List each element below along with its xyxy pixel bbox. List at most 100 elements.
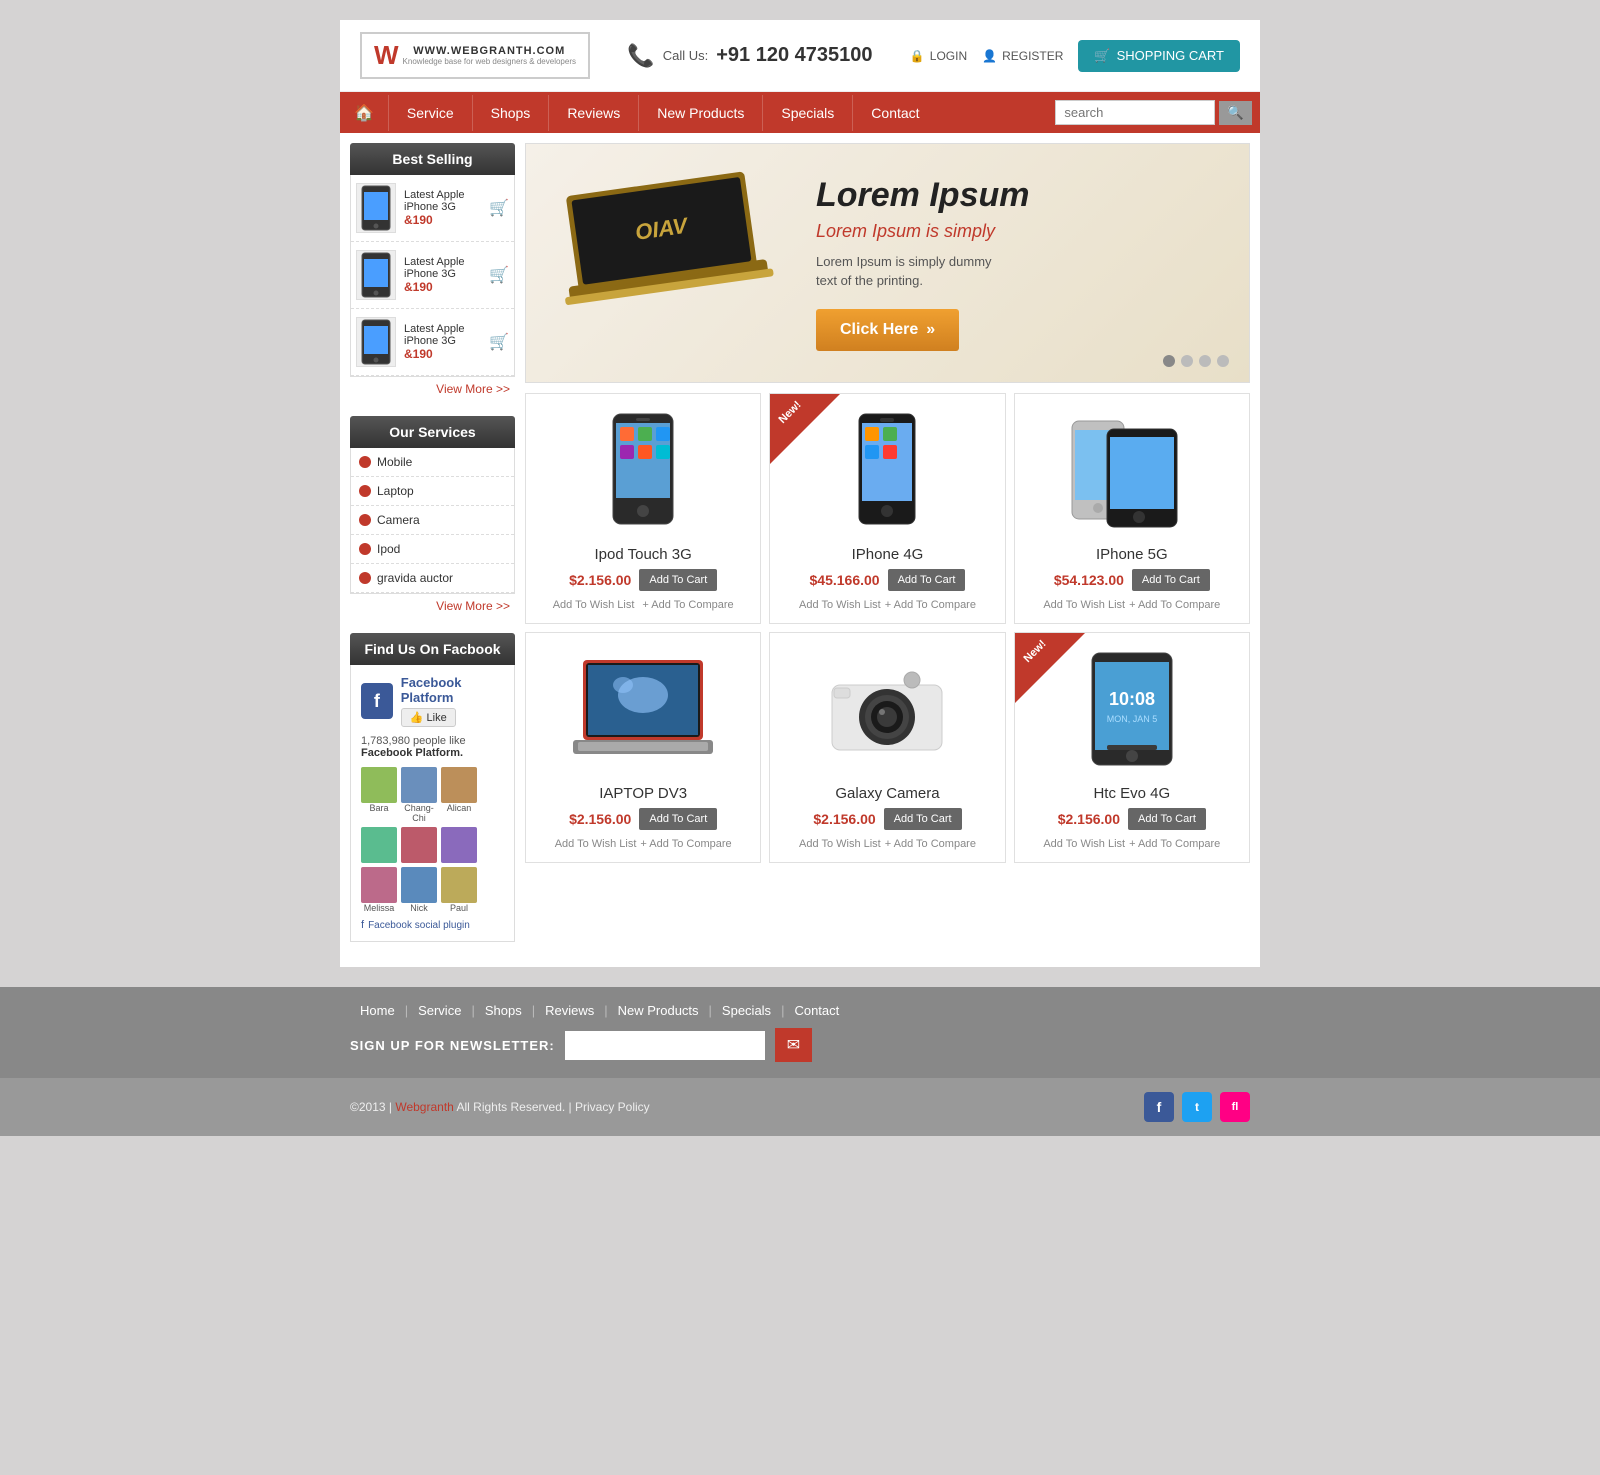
product-image-4 (782, 645, 992, 775)
nav-shops[interactable]: Shops (472, 95, 549, 131)
fb-avatar-alican (441, 767, 477, 803)
add-to-cart-0[interactable]: Add To Cart (639, 569, 717, 591)
brand-link[interactable]: Webgranth (395, 1100, 453, 1114)
footer-specials[interactable]: Specials (712, 1003, 781, 1018)
wish-list-0[interactable]: Add To Wish List (553, 599, 635, 611)
best-sell-item-3: Latest Apple iPhone 3G &190 🛒 (351, 309, 514, 376)
hero-dot-3[interactable] (1199, 355, 1211, 367)
wish-list-2[interactable]: Add To Wish List (1043, 599, 1125, 611)
compare-5[interactable]: + Add To Compare (1129, 838, 1220, 850)
service-camera[interactable]: Camera (351, 506, 514, 535)
compare-1[interactable]: + Add To Compare (885, 599, 976, 611)
wish-list-4[interactable]: Add To Wish List (799, 838, 881, 850)
social-facebook[interactable]: f (1144, 1092, 1174, 1122)
compare-4[interactable]: + Add To Compare (885, 838, 976, 850)
fb-avatar-nick (401, 867, 437, 903)
product-thumb-3 (356, 317, 396, 367)
copyright-text: ©2013 | Webgranth All Rights Reserved. |… (350, 1100, 650, 1114)
nav-home[interactable]: 🏠 (340, 93, 388, 133)
login-link[interactable]: 🔒 LOGIN (910, 49, 967, 63)
service-dot (359, 572, 371, 584)
register-link[interactable]: 👤 REGISTER (982, 49, 1063, 63)
product-card-1: New! IPhone 4G (769, 393, 1005, 624)
add-to-cart-2[interactable]: Add To Cart (1132, 569, 1210, 591)
wish-list-1[interactable]: Add To Wish List (799, 599, 881, 611)
nav-specials[interactable]: Specials (762, 95, 852, 131)
service-gravida[interactable]: gravida auctor (351, 564, 514, 593)
hero-subtitle: Lorem Ipsum is simply (816, 221, 1219, 242)
best-sell-item-1: Latest Apple iPhone 3G &190 🛒 (351, 175, 514, 242)
compare-0[interactable]: + Add To Compare (642, 599, 733, 611)
nav-new-products[interactable]: New Products (638, 95, 762, 131)
cart-small-icon-3[interactable]: 🛒 (489, 332, 509, 352)
best-sell-view-more[interactable]: View More >> (350, 377, 515, 401)
cart-icon: 🛒 (1094, 48, 1110, 64)
nav-contact[interactable]: Contact (852, 95, 937, 131)
social-icons: f t fl (1144, 1092, 1250, 1122)
search-button[interactable]: 🔍 (1219, 101, 1252, 125)
product-image-2 (1027, 406, 1237, 536)
add-to-cart-4[interactable]: Add To Cart (884, 808, 962, 830)
best-selling-title: Best Selling (350, 143, 515, 175)
fb-avatar-5 (401, 827, 437, 863)
compare-2[interactable]: + Add To Compare (1129, 599, 1220, 611)
add-to-cart-1[interactable]: Add To Cart (888, 569, 966, 591)
footer-home[interactable]: Home (350, 1003, 405, 1018)
product-name-0: Ipod Touch 3G (538, 546, 748, 563)
best-sell-item-2: Latest Apple iPhone 3G &190 🛒 (351, 242, 514, 309)
wish-list-3[interactable]: Add To Wish List (555, 838, 637, 850)
product-price-3: $2.156.00 (569, 811, 631, 827)
product-name-5: Htc Evo 4G (1027, 785, 1237, 802)
social-twitter[interactable]: t (1182, 1092, 1212, 1122)
product-price-1: $45.166.00 (810, 572, 880, 588)
product-card-5: New! 10:08 MON, JAN 5 (1014, 632, 1250, 863)
add-to-cart-5[interactable]: Add To Cart (1128, 808, 1206, 830)
cart-small-icon-1[interactable]: 🛒 (489, 198, 509, 218)
hero-dot-4[interactable] (1217, 355, 1229, 367)
cart-button[interactable]: 🛒 SHOPPING CART (1078, 40, 1240, 72)
svg-text:10:08: 10:08 (1109, 689, 1155, 709)
facebook-logo: f (361, 683, 393, 719)
product-card-2: IPhone 5G $54.123.00 Add To Cart Add To … (1014, 393, 1250, 624)
add-to-cart-3[interactable]: Add To Cart (639, 808, 717, 830)
hero-title: Lorem Ipsum (816, 176, 1219, 215)
hero-dot-1[interactable] (1163, 355, 1175, 367)
service-dot (359, 456, 371, 468)
product-thumb-2 (356, 250, 396, 300)
footer-new-products[interactable]: New Products (608, 1003, 709, 1018)
nav-reviews[interactable]: Reviews (548, 95, 638, 131)
footer-contact[interactable]: Contact (784, 1003, 849, 1018)
search-input[interactable] (1055, 100, 1215, 125)
fb-like-button[interactable]: 👍 Like (401, 708, 456, 727)
product-name-4: Galaxy Camera (782, 785, 992, 802)
cart-small-icon-2[interactable]: 🛒 (489, 265, 509, 285)
services-view-more[interactable]: View More >> (350, 594, 515, 618)
service-laptop[interactable]: Laptop (351, 477, 514, 506)
fb-platform-name: Facebook Platform (401, 675, 504, 705)
service-mobile[interactable]: Mobile (351, 448, 514, 477)
product-name-1: IPhone 4G (782, 546, 992, 563)
footer-reviews[interactable]: Reviews (535, 1003, 604, 1018)
footer-service[interactable]: Service (408, 1003, 471, 1018)
product-image-3 (538, 645, 748, 775)
hero-dot-2[interactable] (1181, 355, 1193, 367)
compare-3[interactable]: + Add To Compare (640, 838, 731, 850)
hero-dots (1163, 355, 1229, 367)
service-ipod[interactable]: Ipod (351, 535, 514, 564)
wish-list-5[interactable]: Add To Wish List (1043, 838, 1125, 850)
fb-likes-text: 1,783,980 people like Facebook Platform. (361, 735, 504, 759)
product-price-4: $2.156.00 (813, 811, 875, 827)
nav-service[interactable]: Service (388, 95, 472, 131)
social-flickr[interactable]: fl (1220, 1092, 1250, 1122)
newsletter-input[interactable] (565, 1031, 765, 1060)
product-price-0: $2.156.00 (569, 572, 631, 588)
footer-shops[interactable]: Shops (475, 1003, 532, 1018)
product-card-4: Galaxy Camera $2.156.00 Add To Cart Add … (769, 632, 1005, 863)
newsletter-submit[interactable]: ✉ (775, 1028, 812, 1062)
hero-cta-button[interactable]: Click Here » (816, 309, 959, 351)
phone-number: +91 120 4735100 (716, 44, 872, 67)
product-image-0 (538, 406, 748, 536)
facebook-section-title: Find Us On Facbook (350, 633, 515, 665)
product-name-2: IPhone 5G (1027, 546, 1237, 563)
lock-icon: 🔒 (910, 49, 925, 63)
